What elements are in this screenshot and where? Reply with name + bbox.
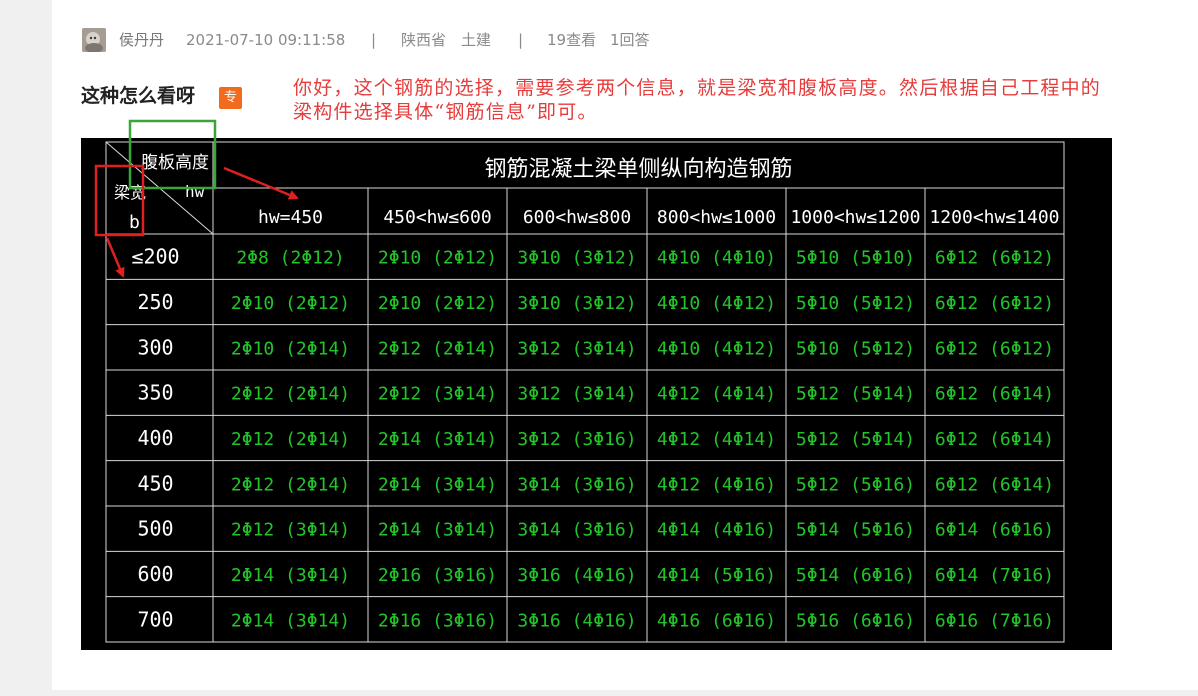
table-cell: 4Φ10 (4Φ12) — [657, 293, 776, 314]
table-cell: 2Φ12 (2Φ14) — [231, 429, 350, 450]
table-cell: 2Φ14 (3Φ14) — [378, 429, 497, 450]
table-cell: 5Φ14 (6Φ16) — [796, 565, 915, 586]
answer-count: 1回答 — [610, 31, 650, 49]
row-header-beam-width: 700 — [137, 607, 173, 631]
meta-separator: | — [371, 31, 377, 49]
table-cell: 5Φ12 (5Φ14) — [796, 384, 915, 405]
question-title: 这种怎么看呀 — [81, 85, 196, 107]
table-cell: 3Φ10 (3Φ12) — [517, 293, 636, 314]
expert-badge: 专 — [219, 87, 242, 109]
table-cell: 2Φ14 (3Φ14) — [231, 565, 350, 586]
column-headers: hw=450 450<hw≤600 600<hw≤800 800<hw≤1000 100… — [258, 207, 1060, 228]
answer-annotation: 你好，这个钢筋的选择，需要参考两个信息，就是梁宽和腹板高度。然后根据自己工程中的… — [293, 77, 1102, 123]
author-name[interactable]: 侯丹丹 — [119, 31, 164, 49]
table-cell: 5Φ10 (5Φ10) — [796, 248, 915, 269]
column-header: 800<hw≤1000 — [657, 207, 776, 228]
table-cell: 5Φ14 (5Φ16) — [796, 520, 915, 541]
corner-label-web-height: 腹板高度 — [141, 153, 209, 173]
row-header-beam-width: 450 — [137, 471, 173, 495]
table-cell: 6Φ12 (6Φ12) — [935, 248, 1054, 269]
row-header-beam-width: ≤200 — [131, 245, 179, 269]
row-header-beam-width: 300 — [137, 335, 173, 359]
table-cell: 2Φ10 (2Φ12) — [378, 248, 497, 269]
table-title: 钢筋混凝土梁单侧纵向构造钢筋 — [484, 157, 792, 182]
post-datetime: 2021-07-10 09:11:58 — [186, 31, 346, 49]
table-cell: 3Φ12 (3Φ14) — [517, 384, 636, 405]
table-cell: 2Φ14 (3Φ14) — [378, 520, 497, 541]
table-cell: 2Φ12 (3Φ14) — [231, 520, 350, 541]
table-cell: 2Φ10 (2Φ14) — [231, 338, 350, 359]
table-cell: 5Φ12 (5Φ14) — [796, 429, 915, 450]
table-cell: 5Φ10 (5Φ12) — [796, 338, 915, 359]
rebar-table-image: 钢筋混凝土梁单侧纵向构造钢筋 腹板高度 hw 梁宽 b hw=450 450<hw… — [81, 138, 1112, 650]
table-cell: 3Φ12 (3Φ14) — [517, 338, 636, 359]
table-cell: 6Φ16 (7Φ16) — [935, 610, 1054, 631]
avatar-image — [82, 28, 106, 52]
table-cell: 2Φ12 (3Φ14) — [378, 384, 497, 405]
table-cell: 2Φ12 (2Φ14) — [231, 384, 350, 405]
table-cell: 3Φ14 (3Φ16) — [517, 520, 636, 541]
table-cell: 4Φ10 (4Φ10) — [657, 248, 776, 269]
table-cell: 4Φ14 (5Φ16) — [657, 565, 776, 586]
table-cell: 4Φ16 (6Φ16) — [657, 610, 776, 631]
table-cell: 5Φ12 (5Φ16) — [796, 474, 915, 495]
table-cell: 2Φ8 (2Φ12) — [236, 248, 344, 269]
row-header-beam-width: 400 — [137, 426, 173, 450]
column-header: 600<hw≤800 — [523, 207, 631, 228]
table-cell: 4Φ12 (4Φ16) — [657, 474, 776, 495]
row-header-beam-width: 350 — [137, 381, 173, 405]
table-cell: 2Φ12 (2Φ14) — [231, 474, 350, 495]
table-cell: 4Φ12 (4Φ14) — [657, 384, 776, 405]
table-cell: 6Φ12 (6Φ12) — [935, 338, 1054, 359]
author-avatar[interactable] — [82, 28, 106, 52]
row-headers: ≤200 250 300 350 400 450 500 600 700 — [131, 245, 179, 632]
table-cell: 3Φ14 (3Φ16) — [517, 474, 636, 495]
table-cell: 2Φ12 (2Φ14) — [378, 338, 497, 359]
table-cell: 3Φ12 (3Φ16) — [517, 429, 636, 450]
corner-label-beam-width: 梁宽 — [114, 183, 146, 202]
table-cell: 5Φ16 (6Φ16) — [796, 610, 915, 631]
table-cell: 2Φ10 (2Φ12) — [378, 293, 497, 314]
table-cell: 2Φ16 (3Φ16) — [378, 610, 497, 631]
row-header-beam-width: 600 — [137, 562, 173, 586]
table-cells: 2Φ8 (2Φ12) 2Φ10 (2Φ12) 3Φ10 (3Φ12) 4Φ10 (4Φ… — [231, 248, 1054, 632]
post-category: 土建 — [461, 31, 492, 49]
table-cell: 2Φ10 (2Φ12) — [231, 293, 350, 314]
table-cell: 6Φ12 (6Φ14) — [935, 384, 1054, 405]
table-cell: 3Φ10 (3Φ12) — [517, 248, 636, 269]
table-cell: 2Φ14 (3Φ14) — [378, 474, 497, 495]
table-cell: 6Φ12 (6Φ14) — [935, 429, 1054, 450]
table-cell: 6Φ12 (6Φ12) — [935, 293, 1054, 314]
table-cell: 6Φ14 (6Φ16) — [935, 520, 1054, 541]
table-cell: 2Φ14 (3Φ14) — [231, 610, 350, 631]
rebar-table: 钢筋混凝土梁单侧纵向构造钢筋 腹板高度 hw 梁宽 b hw=450 450<hw… — [105, 141, 1065, 643]
post-region: 陕西省 — [401, 31, 447, 49]
row-header-beam-width: 250 — [137, 290, 173, 314]
table-cell: 2Φ16 (3Φ16) — [378, 565, 497, 586]
table-cell: 3Φ16 (4Φ16) — [517, 565, 636, 586]
table-cell: 6Φ14 (7Φ16) — [935, 565, 1054, 586]
meta-separator: | — [518, 31, 524, 49]
column-header: 1200<hw≤1400 — [929, 207, 1059, 228]
view-count: 19查看 — [547, 31, 597, 49]
table-cell: 5Φ10 (5Φ12) — [796, 293, 915, 314]
corner-label-hw: hw — [185, 182, 205, 201]
table-cell: 4Φ14 (4Φ16) — [657, 520, 776, 541]
corner-label-b: b — [129, 212, 140, 233]
table-cell: 4Φ10 (4Φ12) — [657, 338, 776, 359]
table-cell: 3Φ16 (4Φ16) — [517, 610, 636, 631]
table-cell: 4Φ12 (4Φ14) — [657, 429, 776, 450]
column-header: 450<hw≤600 — [383, 207, 491, 228]
column-header: hw=450 — [258, 207, 323, 228]
table-cell: 6Φ12 (6Φ14) — [935, 474, 1054, 495]
column-header: 1000<hw≤1200 — [790, 207, 920, 228]
row-header-beam-width: 500 — [137, 517, 173, 541]
